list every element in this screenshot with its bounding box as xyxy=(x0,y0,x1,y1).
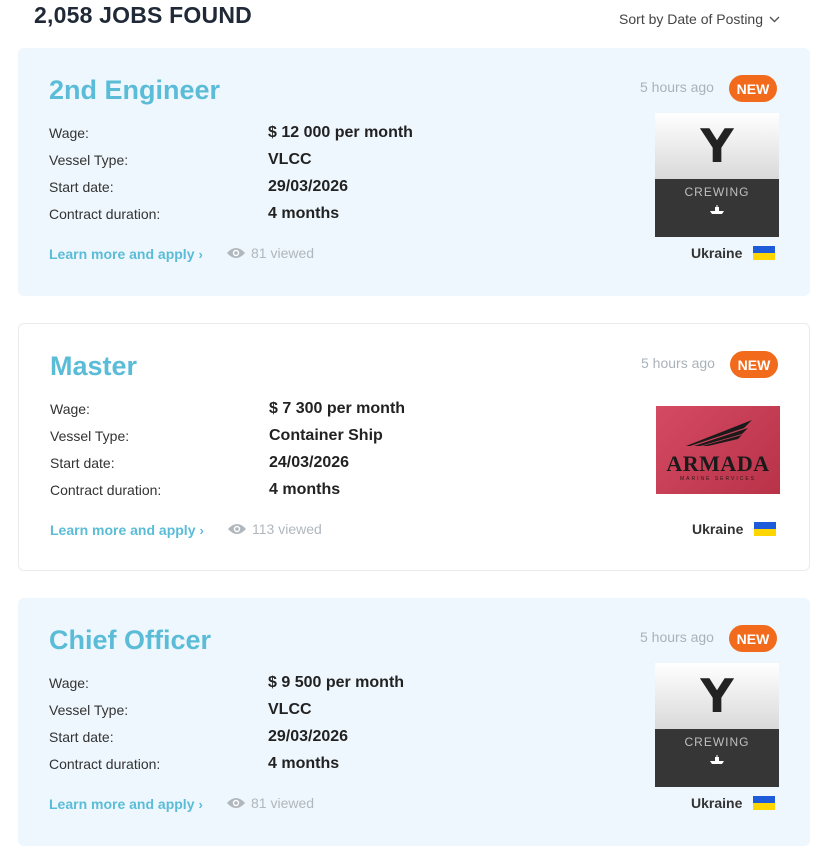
contract-duration-label: Contract duration: xyxy=(50,482,162,498)
apply-label: Learn more and apply xyxy=(49,796,195,812)
wage-value: $ 12 000 per month xyxy=(268,124,413,141)
apply-label: Learn more and apply xyxy=(49,246,195,262)
eye-icon xyxy=(228,524,246,534)
logo-text: CREWING xyxy=(684,735,750,749)
posted-time: 5 hours ago xyxy=(640,629,714,645)
learn-more-apply-link[interactable]: Learn more and apply › xyxy=(50,522,204,538)
contract-duration-value: 4 months xyxy=(269,481,341,498)
wage-label: Wage: xyxy=(49,675,89,691)
eye-icon xyxy=(227,798,245,808)
new-badge: NEW xyxy=(730,351,778,378)
new-badge: NEW xyxy=(729,625,777,652)
start-date-value: 29/03/2026 xyxy=(268,178,349,195)
ship-icon xyxy=(710,755,724,764)
views-text: 81 viewed xyxy=(251,245,315,261)
armada-wing-icon xyxy=(686,420,752,446)
job-title[interactable]: Master xyxy=(50,351,137,382)
view-count: 113 viewed xyxy=(227,521,322,537)
country-name: Ukraine xyxy=(692,521,744,537)
country-name: Ukraine xyxy=(691,245,743,261)
job-title[interactable]: Chief Officer xyxy=(49,625,211,656)
view-count: 81 viewed xyxy=(226,795,314,811)
chevron-right-icon: › xyxy=(198,246,203,262)
wage-value: $ 7 300 per month xyxy=(269,400,406,417)
vessel-type-value: Container Ship xyxy=(269,427,383,444)
sort-label: Sort by Date of Posting xyxy=(619,11,763,27)
chevron-down-icon xyxy=(769,16,780,22)
apply-label: Learn more and apply xyxy=(50,522,196,538)
jobs-found-count: 2,058 JOBS FOUND xyxy=(34,2,252,28)
start-date-value: 24/03/2026 xyxy=(269,454,350,471)
new-badge: NEW xyxy=(729,75,777,102)
logo-text: CREWING xyxy=(684,185,750,199)
start-date-label: Start date: xyxy=(50,455,115,471)
job-card: Master Wage: $ 7 300 per month Vessel Ty… xyxy=(18,323,810,571)
contract-duration-value: 4 months xyxy=(268,205,340,222)
logo-subtext: MARINE SERVICES xyxy=(679,476,757,482)
results-header: 2,058 JOBS FOUND Sort by Date of Posting xyxy=(34,0,794,34)
wage-label: Wage: xyxy=(49,125,89,141)
ship-icon xyxy=(710,205,724,214)
chevron-right-icon: › xyxy=(198,796,203,812)
learn-more-apply-link[interactable]: Learn more and apply › xyxy=(49,796,203,812)
posted-time: 5 hours ago xyxy=(640,79,714,95)
wage-value: $ 9 500 per month xyxy=(268,674,405,691)
posted-time: 5 hours ago xyxy=(641,355,715,371)
start-date-label: Start date: xyxy=(49,179,114,195)
job-title[interactable]: 2nd Engineer xyxy=(49,75,220,106)
ukraine-flag-icon xyxy=(753,796,775,810)
views-text: 81 viewed xyxy=(251,795,315,811)
logo-letter: Y xyxy=(700,669,734,723)
vessel-type-label: Vessel Type: xyxy=(49,152,129,168)
contract-duration-label: Contract duration: xyxy=(49,206,161,222)
views-text: 113 viewed xyxy=(252,521,322,537)
contract-duration-label: Contract duration: xyxy=(49,756,161,772)
start-date-value: 29/03/2026 xyxy=(268,728,349,745)
vessel-type-value: VLCC xyxy=(268,151,312,168)
eye-icon xyxy=(227,248,245,258)
company-logo[interactable]: Y CREWING xyxy=(655,113,779,237)
ukraine-flag-icon xyxy=(753,246,775,260)
sort-dropdown[interactable]: Sort by Date of Posting xyxy=(619,11,780,27)
vessel-type-label: Vessel Type: xyxy=(49,702,129,718)
ukraine-flag-icon xyxy=(754,522,776,536)
vessel-type-label: Vessel Type: xyxy=(50,428,130,444)
company-logo[interactable]: Y CREWING xyxy=(655,663,779,787)
learn-more-apply-link[interactable]: Learn more and apply › xyxy=(49,246,203,262)
vessel-type-value: VLCC xyxy=(268,701,312,718)
logo-text: ARMADA xyxy=(666,451,770,476)
chevron-right-icon: › xyxy=(199,522,204,538)
wage-label: Wage: xyxy=(50,401,90,417)
view-count: 81 viewed xyxy=(226,245,314,261)
start-date-label: Start date: xyxy=(49,729,114,745)
job-card: 2nd Engineer Wage: $ 12 000 per month Ve… xyxy=(18,48,810,296)
job-card: Chief Officer Wage: $ 9 500 per month Ve… xyxy=(18,598,810,846)
contract-duration-value: 4 months xyxy=(268,755,340,772)
logo-letter: Y xyxy=(700,119,734,173)
company-logo[interactable]: ARMADA MARINE SERVICES xyxy=(656,406,780,494)
country-name: Ukraine xyxy=(691,795,743,811)
